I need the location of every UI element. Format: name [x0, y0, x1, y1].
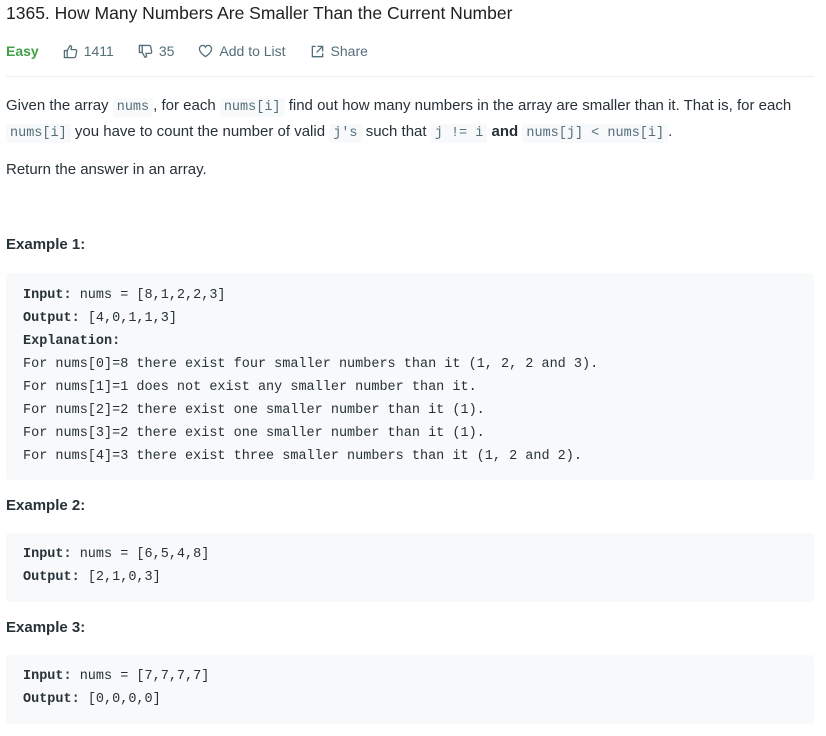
example-2-block: Input: nums = [6,5,4,8] Output: [2,1,0,3…: [6, 533, 814, 602]
input-line: Input: nums = [6,5,4,8]: [23, 543, 814, 566]
output-line: Output: [4,0,1,1,3]: [23, 307, 814, 330]
thumbs-down-icon: [138, 44, 153, 58]
output-line: Output: [2,1,0,3]: [23, 566, 814, 589]
heart-icon: [199, 44, 213, 58]
desc-text: .: [668, 123, 673, 140]
dislike-button[interactable]: 35: [138, 43, 175, 59]
output-label: Output:: [23, 692, 80, 707]
share-button[interactable]: Share: [310, 43, 368, 59]
share-icon: [311, 45, 323, 57]
output-label: Output:: [23, 570, 80, 585]
add-to-list-button[interactable]: Add to List: [198, 43, 286, 59]
bold-text: and: [491, 123, 519, 140]
input-line: Input: nums = [7,7,7,7]: [23, 665, 814, 688]
header-divider: [6, 76, 814, 77]
input-line: Input: nums = [8,1,2,2,3]: [23, 284, 814, 307]
example-3-heading: Example 3:: [6, 619, 86, 636]
output-line: Output: [0,0,0,0]: [23, 688, 814, 711]
description-paragraph: Given the array nums, for each nums[i] f…: [6, 94, 806, 146]
share-label: Share: [330, 43, 368, 59]
explanation-line: For nums[2]=2 there exist one smaller nu…: [23, 403, 485, 418]
output-value: [2,1,0,3]: [79, 570, 161, 585]
example-3-block: Input: nums = [7,7,7,7] Output: [0,0,0,0…: [6, 655, 814, 724]
explanation-label: Explanation:: [23, 334, 121, 349]
inline-code: nums[j] < nums[i]: [522, 124, 669, 143]
output-label: Output:: [23, 311, 80, 326]
explanation-line: For nums[4]=3 there exist three smaller …: [23, 449, 582, 464]
input-value: nums = [7,7,7,7]: [71, 669, 210, 684]
problem-title: 1365. How Many Numbers Are Smaller Than …: [6, 3, 513, 23]
problem-description: Given the array nums, for each nums[i] f…: [6, 94, 806, 146]
inline-code: j != i: [430, 124, 488, 143]
output-value: [0,0,0,0]: [79, 692, 161, 707]
return-paragraph: Return the answer in an array.: [6, 161, 207, 178]
desc-text: Given the array: [6, 97, 113, 114]
explanation-line: For nums[1]=1 does not exist any smaller…: [23, 380, 477, 395]
thumbs-up-icon: [63, 44, 78, 58]
inline-code: j's: [329, 124, 362, 143]
desc-text: , for each: [153, 97, 220, 114]
explanation-line: For nums[3]=2 there exist one smaller nu…: [23, 426, 485, 441]
like-button[interactable]: 1411: [63, 43, 114, 59]
desc-text: find out how many numbers in the array a…: [284, 97, 792, 114]
example-1-heading: Example 1:: [6, 236, 86, 253]
difficulty-badge: Easy: [6, 43, 39, 59]
input-label: Input:: [23, 547, 72, 562]
problem-meta-bar: Easy 1411 35 Add to List Share: [6, 40, 392, 62]
output-value: [4,0,1,1,3]: [79, 311, 177, 326]
input-value: nums = [6,5,4,8]: [71, 547, 210, 562]
desc-text: such that: [361, 123, 431, 140]
inline-code: nums[i]: [219, 98, 285, 117]
example-2-heading: Example 2:: [6, 497, 86, 514]
example-1-block: Input: nums = [8,1,2,2,3] Output: [4,0,1…: [6, 273, 814, 480]
input-value: nums = [8,1,2,2,3]: [71, 288, 226, 303]
add-to-list-label: Add to List: [219, 43, 286, 59]
input-label: Input:: [23, 288, 72, 303]
inline-code: nums[i]: [6, 124, 71, 143]
dislike-count: 35: [158, 43, 175, 59]
explanation-label-line: Explanation:: [23, 330, 814, 353]
explanation-line: For nums[0]=8 there exist four smaller n…: [23, 357, 599, 372]
like-count: 1411: [83, 43, 114, 59]
inline-code: nums: [112, 98, 154, 117]
input-label: Input:: [23, 669, 72, 684]
desc-text: you have to count the number of valid: [70, 123, 330, 140]
